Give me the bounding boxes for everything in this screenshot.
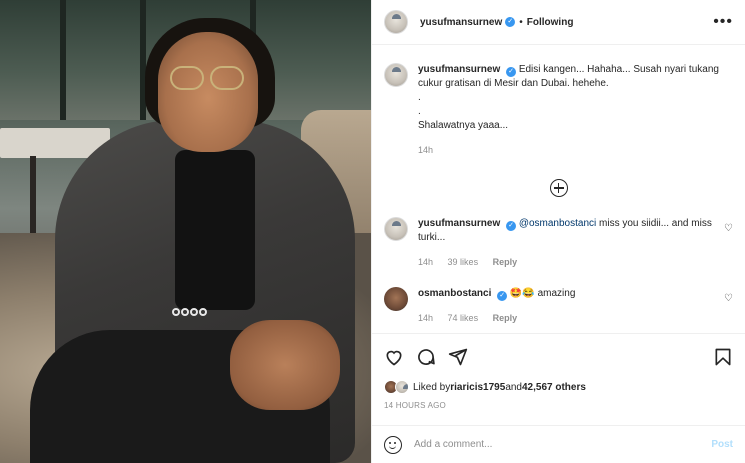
avatar[interactable] [384,287,408,311]
post-timestamp[interactable]: 14 HOURS AGO [384,401,733,410]
comment-likes[interactable]: 39 likes [448,257,479,267]
post-actions: Liked by riaricis1795 and 42,567 others … [372,333,745,410]
post-header: yusufmansurnew ✓ • Following ••• [372,0,745,45]
reply-button[interactable]: Reply [493,313,518,323]
comment-input[interactable] [414,439,712,450]
avatar[interactable] [384,10,408,34]
comment-time[interactable]: 14h [418,313,433,323]
liked-by-user[interactable]: riaricis1795 [450,382,505,393]
heart-icon[interactable]: ♡ [724,223,733,269]
separator: • [519,16,523,28]
heart-icon[interactable]: ♡ [724,293,733,325]
likes-summary: Liked by riaricis1795 and 42,567 others [384,380,733,394]
verified-badge-icon: ✓ [506,221,517,231]
plus-circle-icon[interactable] [549,179,568,197]
bookmark-icon[interactable] [713,347,733,367]
add-comment-bar: Post [372,425,745,463]
comment-icon[interactable] [416,347,436,367]
comment-likes[interactable]: 74 likes [448,313,479,323]
comment-time[interactable]: 14h [418,257,433,267]
person-glasses [168,66,246,90]
caption-text: . [418,92,421,103]
likes-count[interactable]: 42,567 others [522,382,586,393]
window-frame [60,0,66,120]
caption-text: . [418,106,421,117]
sleeve-buttons [172,308,212,322]
person-shirt [175,150,255,310]
caption-username[interactable]: yusufmansurnew [418,64,500,75]
post-sidebar: yusufmansurnew ✓ • Following ••• yusufma… [371,0,745,463]
comment-username[interactable]: osmanbostanci [418,288,491,299]
verified-badge-icon: ✓ [506,67,517,77]
person-hands [230,320,340,410]
mention-link[interactable]: @osmanbostanci [519,218,596,229]
following-button[interactable]: Following [527,17,574,28]
comment-username[interactable]: yusufmansurnew [418,218,500,229]
avatar[interactable] [384,217,408,241]
caption-text: Shalawatnya yaaa... [418,120,509,131]
comment-item: osmanbostanci ✓ 🤩😂 amazing 14h 74 likes … [384,287,733,325]
verified-badge-icon: ✓ [505,17,516,27]
comment-item: yusufmansurnew ✓ @osmanbostanci miss you… [384,217,733,269]
post-button[interactable]: Post [711,439,733,450]
reply-button[interactable]: Reply [493,257,518,267]
person-face [158,32,258,152]
comments-list: yusufmansurnew ✓ Edisi kangen... Hahaha.… [372,45,745,332]
comment-text: 🤩😂 amazing [509,288,576,299]
caption: yusufmansurnew ✓ Edisi kangen... Hahaha.… [384,45,733,157]
likes-prefix: Liked by [413,381,451,393]
share-icon[interactable] [448,347,468,367]
post-photo[interactable] [0,0,371,463]
caption-time[interactable]: 14h [418,145,433,155]
heart-icon[interactable] [384,347,404,367]
avatar[interactable] [384,63,408,87]
avatar [395,380,409,394]
more-horizontal-icon[interactable]: ••• [713,13,733,31]
verified-badge-icon: ✓ [497,291,508,301]
header-username[interactable]: yusufmansurnew [420,17,502,28]
likes-middle: and [505,381,522,393]
emoji-icon[interactable] [384,435,402,454]
